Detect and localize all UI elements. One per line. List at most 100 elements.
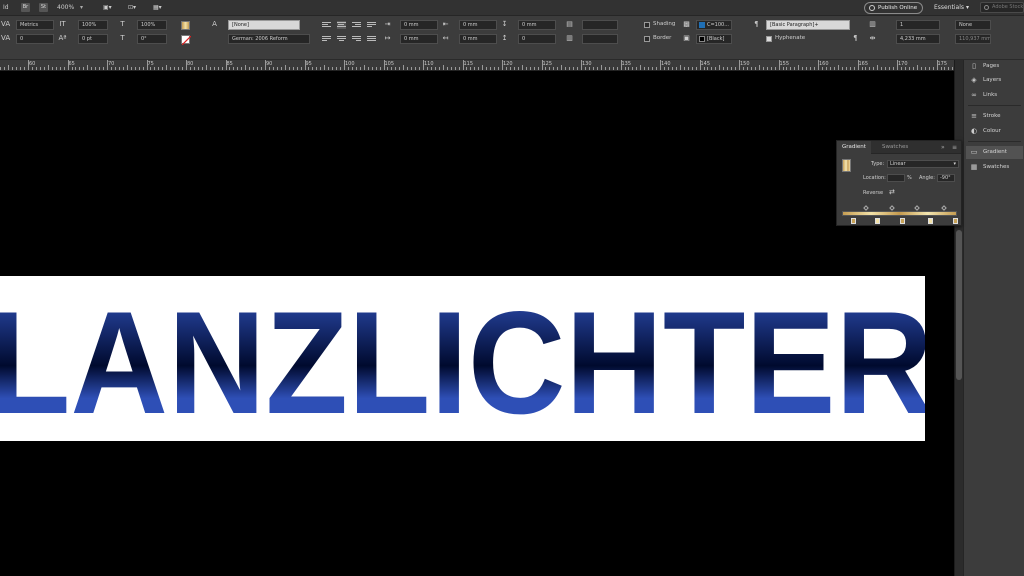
justify-right-button[interactable]	[352, 35, 361, 43]
dock-item-links[interactable]: ∞ Links	[966, 89, 1023, 102]
justify-center-button[interactable]	[337, 35, 346, 43]
align-center-button[interactable]	[337, 21, 346, 29]
frame-width-field[interactable]: 110,937 mm	[955, 34, 991, 44]
tab-gradient[interactable]: Gradient	[837, 141, 871, 154]
right-indent-field[interactable]: 0 mm	[459, 20, 497, 30]
dock-item-stroke[interactable]: ≡ Stroke	[966, 110, 1023, 123]
bridge-button[interactable]: Br	[21, 3, 30, 12]
document-canvas[interactable]: LANZLICHTER	[0, 71, 954, 576]
drop-cap-lines-field[interactable]	[582, 20, 618, 30]
vertical-scale-field[interactable]: 100%	[78, 20, 108, 30]
justify-all-button[interactable]	[367, 35, 376, 43]
ruler-tick	[292, 67, 294, 70]
shading-settings-icon[interactable]: ▩	[682, 20, 691, 29]
fill-swatch[interactable]	[181, 21, 190, 30]
chevron-down-icon[interactable]: ▾	[80, 3, 83, 13]
gradient-midpoint[interactable]	[941, 205, 947, 211]
tab-swatches[interactable]: Swatches	[877, 141, 913, 154]
view-options-icon[interactable]: ▣▾	[103, 3, 112, 13]
dock-item-pages[interactable]: ▯ Pages	[966, 60, 1023, 73]
headline-text[interactable]: LANZLICHTER	[0, 292, 925, 422]
gradient-midpoint[interactable]	[914, 205, 920, 211]
ruler-tick	[557, 67, 559, 70]
collapse-icon[interactable]: »	[941, 144, 945, 151]
ruler-tick	[897, 60, 898, 70]
publish-online-button[interactable]: Publish Online	[864, 2, 923, 14]
space-after-field[interactable]: 0	[518, 34, 556, 44]
horizontal-scale-field[interactable]: 100%	[137, 20, 167, 30]
left-indent-field[interactable]: 0 mm	[400, 20, 438, 30]
align-towards-spine-button[interactable]	[367, 21, 376, 29]
dock-item-gradient[interactable]: ▭ Gradient	[966, 146, 1023, 159]
bullets-field[interactable]: None	[955, 20, 991, 30]
reverse-icon[interactable]: ⇄	[889, 188, 895, 196]
zoom-level[interactable]: 400%	[57, 3, 74, 13]
first-line-indent-icon: ↦	[384, 34, 391, 42]
vertical-scrollbar[interactable]	[954, 60, 963, 576]
gradient-stop[interactable]	[953, 218, 958, 224]
ruler-tick	[407, 67, 409, 70]
gutter-field[interactable]: 4,233 mm	[896, 34, 940, 44]
paragraph-style-field[interactable]: [Basic Paragraph]+	[766, 20, 850, 30]
ruler-tick	[644, 67, 646, 70]
stock-button[interactable]: St	[39, 3, 48, 12]
gradient-stop[interactable]	[851, 218, 856, 224]
app-logo[interactable]: Id	[3, 3, 9, 13]
baseline-shift-field[interactable]: 0 pt	[78, 34, 108, 44]
left-indent-icon: ⇥	[384, 20, 391, 28]
border-checkbox[interactable]	[644, 36, 650, 42]
align-left-button[interactable]	[322, 21, 331, 29]
columns-field[interactable]: 1	[896, 20, 940, 30]
gradient-stop[interactable]	[928, 218, 933, 224]
border-colour-field[interactable]: [Black]	[696, 34, 732, 44]
shading-colour-field[interactable]: C=100...	[696, 20, 732, 30]
tracking-field[interactable]: 0	[16, 34, 54, 44]
clear-overrides-icon[interactable]: ¶	[851, 34, 860, 43]
align-right-button[interactable]	[352, 21, 361, 29]
skew-field[interactable]: 0°	[137, 34, 167, 44]
ruler-tick	[924, 67, 926, 70]
gradient-stop[interactable]	[875, 218, 880, 224]
dock-item-swatches[interactable]: ▦ Swatches	[966, 161, 1023, 174]
first-line-indent-field[interactable]: 0 mm	[400, 34, 438, 44]
angle-field[interactable]: -90°	[937, 174, 955, 182]
ruler-tick	[272, 67, 274, 70]
hyphenate-checkbox[interactable]	[766, 36, 772, 42]
drop-cap-chars-field[interactable]	[582, 34, 618, 44]
ruler-tick	[265, 60, 266, 70]
location-field[interactable]	[887, 174, 905, 182]
ruler-tick	[442, 65, 444, 70]
space-before-field[interactable]: 0 mm	[518, 20, 556, 30]
panel-menu-icon[interactable]: ≡	[952, 144, 957, 151]
character-style-field[interactable]: [None]	[228, 20, 300, 30]
type-select[interactable]: Linear ▾	[887, 160, 959, 168]
last-line-indent-field[interactable]: 0 mm	[459, 34, 497, 44]
gradient-midpoint[interactable]	[863, 205, 869, 211]
justify-left-button[interactable]	[322, 35, 331, 43]
ruler-tick	[162, 67, 164, 70]
gradient-ramp[interactable]	[842, 211, 957, 216]
ruler-tick	[857, 60, 859, 70]
drop-cap-icon: ▤	[566, 20, 573, 28]
arrange-documents-icon[interactable]: ▦▾	[153, 3, 162, 13]
ruler-tick	[324, 65, 326, 70]
text-frame[interactable]: LANZLICHTER	[0, 276, 925, 441]
stroke-swatch-none[interactable]	[181, 35, 191, 45]
dock-item-colour[interactable]: ◐ Colour	[966, 125, 1023, 138]
stock-search-input[interactable]: Adobe Stock	[980, 2, 1024, 13]
kerning-field[interactable]: Metrics	[16, 20, 54, 30]
ruler-tick	[719, 65, 721, 70]
gradient-midpoint[interactable]	[889, 205, 895, 211]
ruler-tick	[24, 67, 25, 70]
scrollbar-thumb[interactable]	[956, 230, 962, 380]
screen-mode-icon[interactable]: ⊡▾	[128, 3, 136, 13]
ruler-tick	[462, 60, 464, 70]
gradient-stop[interactable]	[900, 218, 905, 224]
dock-item-layers[interactable]: ◈ Layers	[966, 74, 1023, 87]
language-field[interactable]: German: 2006 Reform	[228, 34, 310, 44]
shading-checkbox[interactable]	[644, 22, 650, 28]
workspace-switcher[interactable]: Essentials ▾	[934, 3, 969, 13]
ruler-tick	[810, 67, 812, 70]
horizontal-ruler[interactable]: 60 65 70 75 80 85 90 95 100 105 110 115 120 125 130 135…	[0, 60, 954, 71]
border-settings-icon[interactable]: ▣	[682, 34, 691, 43]
